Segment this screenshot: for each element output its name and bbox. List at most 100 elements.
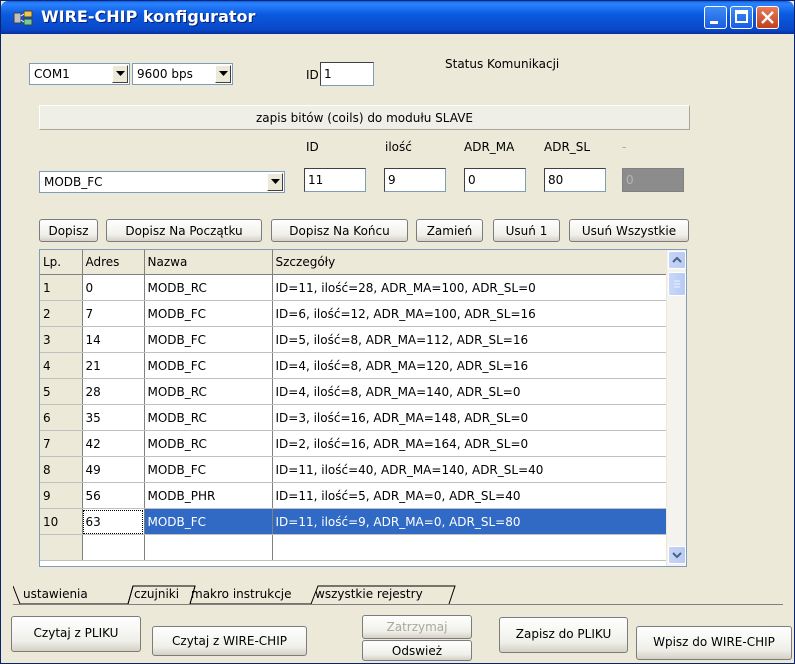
cell-nazwa[interactable]: MODB_FC [144, 326, 273, 353]
cell-adres[interactable]: 63 [82, 508, 145, 535]
row-number [40, 534, 83, 561]
param-adr-ma-input[interactable]: 0 [464, 168, 526, 192]
cell-adres[interactable]: 56 [82, 482, 145, 509]
cell-szczegoly[interactable]: ID=11, ilość=9, ADR_MA=0, ADR_SL=80 [272, 508, 667, 535]
zatrzymaj-button: Zatrzymaj [362, 615, 472, 639]
row-number: 4 [40, 352, 83, 379]
czytaj-z-pliku-button[interactable]: Czytaj z PLIKU [11, 616, 141, 652]
cell-szczegoly[interactable]: ID=3, ilość=16, ADR_MA=148, ADR_SL=0 [272, 404, 667, 431]
column-header-lp[interactable]: Lp. [40, 250, 83, 275]
title-bar[interactable]: WIRE-CHIP konfigurator [1, 1, 794, 34]
cell-adres[interactable]: 35 [82, 404, 145, 431]
scroll-thumb[interactable] [668, 272, 686, 296]
table-row-empty[interactable] [40, 534, 667, 561]
cell-nazwa[interactable]: MODB_FC [144, 456, 273, 483]
tab-makro-instrukcje[interactable]: makro instrukcje [191, 585, 292, 604]
cell-adres[interactable]: 7 [82, 300, 145, 327]
cell-szczegoly[interactable]: ID=11, ilość=5, ADR_MA=0, ADR_SL=40 [272, 482, 667, 509]
chevron-down-icon [271, 179, 280, 184]
cell-nazwa[interactable]: MODB_PHR [144, 482, 273, 509]
column-header-nazwa[interactable]: Nazwa [144, 250, 273, 275]
dopisz-na-koncu-button[interactable]: Dopisz Na Końcu [271, 219, 408, 242]
table-row[interactable]: 9 56 MODB_PHR ID=11, ilość=5, ADR_MA=0, ADR… [40, 482, 667, 509]
zapisz-do-pliku-button[interactable]: Zapisz do PLIKU [499, 617, 628, 653]
cell-szczegoly[interactable]: ID=2, ilość=16, ADR_MA=164, ADR_SL=0 [272, 430, 667, 457]
odswiez-button[interactable]: Odswież [362, 640, 472, 661]
cell-nazwa[interactable]: MODB_RC [144, 430, 273, 457]
tab-czujniki[interactable]: czujniki [134, 585, 179, 604]
dopisz-button[interactable]: Dopisz [39, 219, 98, 242]
cell-szczegoly[interactable]: ID=5, ilość=8, ADR_MA=112, ADR_SL=16 [272, 326, 667, 353]
param-ilosc-input[interactable]: 9 [384, 168, 446, 192]
usun-1-button[interactable]: Usuń 1 [493, 219, 560, 242]
row-number: 6 [40, 404, 83, 431]
table-row[interactable]: 8 49 MODB_FC ID=11, ilość=40, ADR_MA=140, A… [40, 456, 667, 483]
column-header-szczegoly[interactable]: Szczegóły [272, 250, 667, 275]
table-row[interactable]: 2 7 MODB_FC ID=6, ilość=12, ADR_MA=100, ADR… [40, 300, 667, 327]
cell-nazwa[interactable] [144, 534, 273, 561]
cell-adres[interactable]: 49 [82, 456, 145, 483]
minimize-icon [710, 21, 718, 24]
minimize-button[interactable] [704, 6, 727, 29]
cell-szczegoly[interactable]: ID=11, ilość=28, ADR_MA=100, ADR_SL=0 [272, 274, 667, 301]
baud-select[interactable]: 9600 bps [132, 63, 233, 85]
usun-wszystkie-button[interactable]: Usuń Wszystkie [569, 219, 689, 242]
cell-szczegoly[interactable]: ID=11, ilość=40, ADR_MA=140, ADR_SL=40 [272, 456, 667, 483]
scroll-up-button[interactable] [668, 251, 686, 269]
chevron-up-icon [672, 256, 682, 263]
row-number: 10 [40, 508, 83, 535]
cell-szczegoly[interactable]: ID=4, ilość=8, ADR_MA=120, ADR_SL=16 [272, 352, 667, 379]
zamien-button[interactable]: Zamień [416, 219, 483, 242]
table-row-selected[interactable]: 10 63 MODB_FC ID=11, ilość=9, ADR_MA=0, ADR… [40, 508, 667, 535]
close-button[interactable] [756, 6, 779, 29]
cell-szczegoly[interactable]: ID=4, ilość=8, ADR_MA=140, ADR_SL=0 [272, 378, 667, 405]
tab-ustawienia[interactable]: ustawienia [23, 585, 88, 604]
wpisz-do-wire-chip-button[interactable]: Wpisz do WIRE-CHIP [636, 626, 792, 660]
function-value: MODB_FC [44, 175, 103, 189]
table-row[interactable]: 7 42 MODB_RC ID=2, ilość=16, ADR_MA=164, AD… [40, 430, 667, 457]
port-dropdown-arrow[interactable] [112, 65, 128, 83]
function-dropdown-arrow[interactable] [267, 173, 283, 191]
cell-nazwa[interactable]: MODB_RC [144, 378, 273, 405]
param-id-input[interactable]: 11 [304, 168, 366, 192]
table-row[interactable]: 4 21 MODB_FC ID=4, ilość=8, ADR_MA=120, ADR… [40, 352, 667, 379]
main-window: WIRE-CHIP konfigurator COM1 9600 bps ID … [0, 0, 795, 664]
tab-strip-baseline [13, 604, 783, 605]
cell-adres[interactable]: 28 [82, 378, 145, 405]
tab-wszystkie-rejestry[interactable]: wszystkie rejestry [315, 585, 423, 604]
port-select[interactable]: COM1 [29, 63, 130, 85]
param-adr-sl-input[interactable]: 80 [544, 168, 606, 192]
cell-adres[interactable] [82, 534, 145, 561]
czytaj-z-wire-chip-button[interactable]: Czytaj z WIRE-CHIP [152, 626, 307, 656]
table-row[interactable]: 5 28 MODB_RC ID=4, ilość=8, ADR_MA=140, ADR… [40, 378, 667, 405]
cell-adres[interactable]: 0 [82, 274, 145, 301]
row-number: 2 [40, 300, 83, 327]
cell-szczegoly[interactable]: ID=6, ilość=12, ADR_MA=100, ADR_SL=16 [272, 300, 667, 327]
cell-nazwa[interactable]: MODB_RC [144, 404, 273, 431]
dopisz-na-poczatku-button[interactable]: Dopisz Na Początku [106, 219, 262, 242]
cell-nazwa[interactable]: MODB_FC [144, 508, 273, 535]
table-row[interactable]: 3 14 MODB_FC ID=5, ilość=8, ADR_MA=112, ADR… [40, 326, 667, 353]
scroll-down-button[interactable] [668, 546, 686, 564]
cell-nazwa[interactable]: MODB_FC [144, 300, 273, 327]
cell-szczegoly[interactable] [272, 534, 667, 561]
param-ilosc-label: ilość [385, 140, 412, 154]
cell-nazwa[interactable]: MODB_RC [144, 274, 273, 301]
chevron-down-icon [219, 71, 228, 76]
param-adr-ma-label: ADR_MA [464, 140, 515, 154]
maximize-button[interactable] [730, 6, 753, 29]
vertical-scrollbar[interactable] [666, 250, 686, 566]
baud-dropdown-arrow[interactable] [215, 65, 231, 83]
table-row[interactable]: 1 0 MODB_RC ID=11, ilość=28, ADR_MA=100, AD… [40, 274, 667, 301]
cell-adres[interactable]: 14 [82, 326, 145, 353]
column-header-adres[interactable]: Adres [82, 250, 145, 275]
macro-table[interactable]: Lp. Adres Nazwa Szczegóły 1 0 MODB_RC ID=11… [39, 249, 687, 567]
cell-adres[interactable]: 42 [82, 430, 145, 457]
function-select[interactable]: MODB_FC [39, 171, 285, 193]
table-row[interactable]: 6 35 MODB_RC ID=3, ilość=16, ADR_MA=148, AD… [40, 404, 667, 431]
status-label: Status Komunikacji [445, 57, 560, 71]
baud-value: 9600 bps [137, 67, 193, 81]
cell-adres[interactable]: 21 [82, 352, 145, 379]
cell-nazwa[interactable]: MODB_FC [144, 352, 273, 379]
id-input[interactable]: 1 [320, 62, 374, 86]
